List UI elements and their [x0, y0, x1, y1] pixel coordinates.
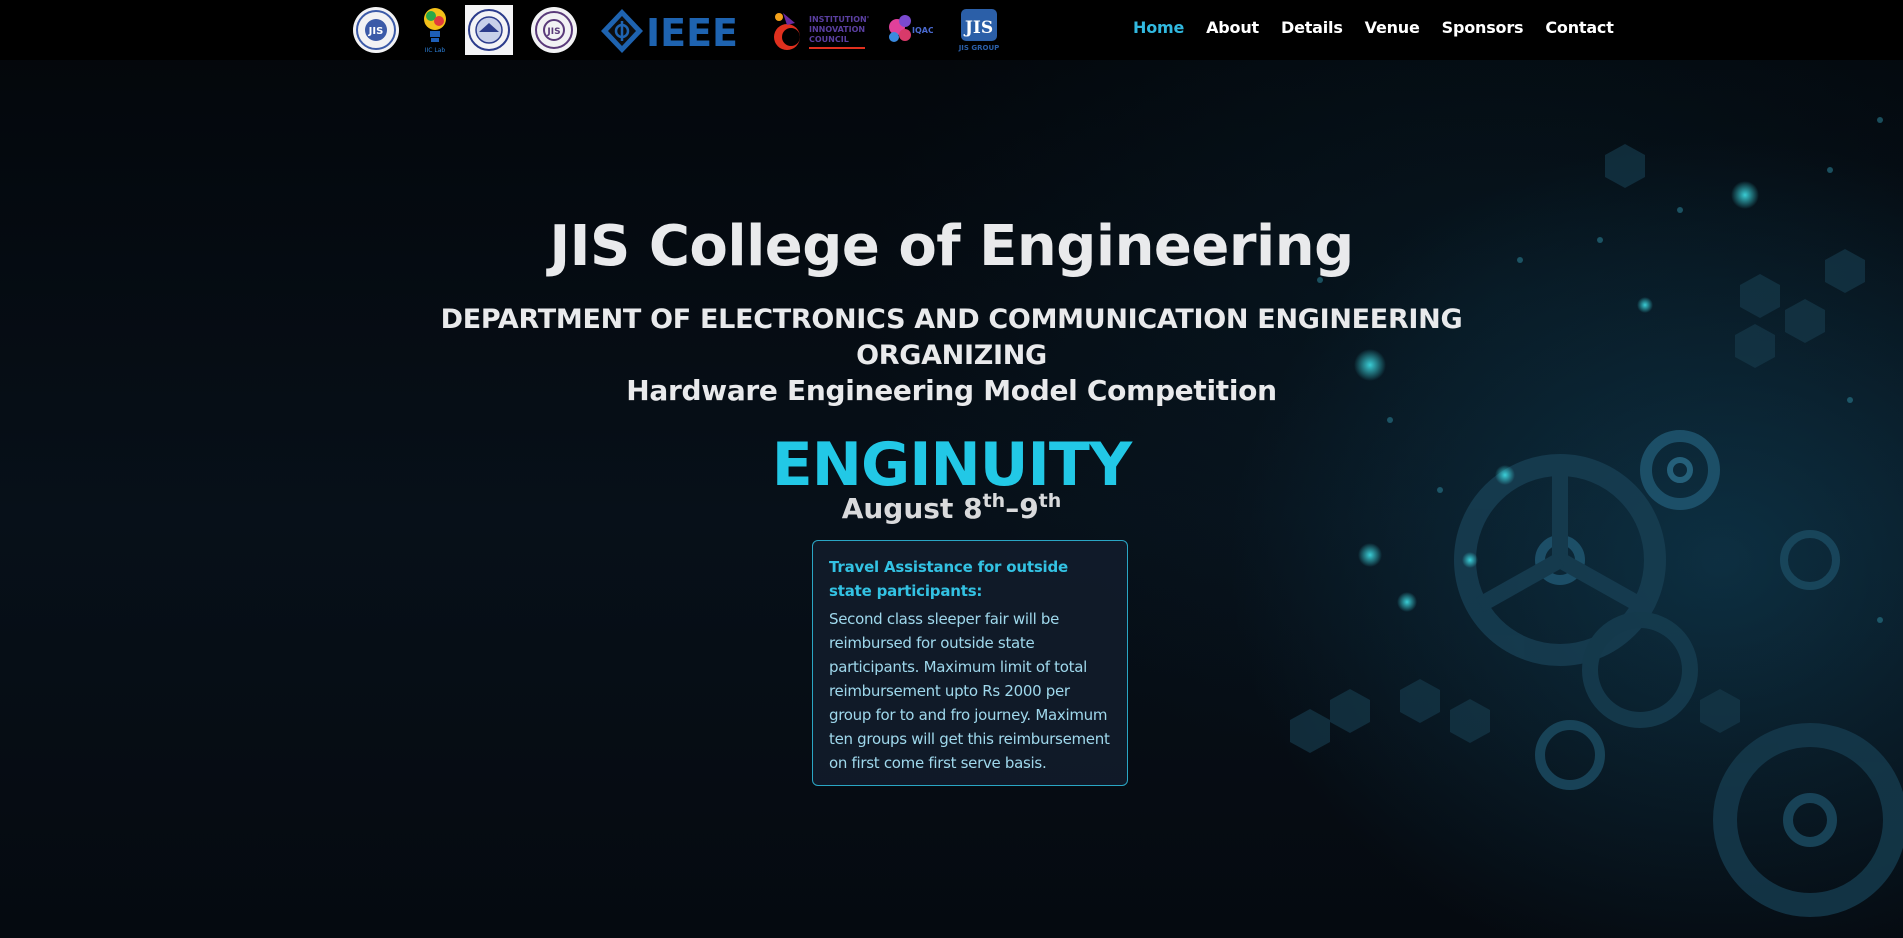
- jis-college-seal-icon[interactable]: JIS: [352, 6, 400, 54]
- jis-round-seal-icon[interactable]: JIS: [530, 6, 578, 54]
- date-separator: –9: [1005, 492, 1039, 525]
- department-heading: DEPARTMENT OF ELECTRONICS AND COMMUNICAT…: [0, 302, 1903, 374]
- iic-bulb-icon[interactable]: IIC Lab: [420, 5, 450, 55]
- nav-link-contact[interactable]: Contact: [1545, 18, 1614, 37]
- competition-title: Hardware Engineering Model Competition: [626, 374, 1277, 407]
- event-date: August 8th–9th: [0, 490, 1903, 525]
- iic-line-3: COUNCIL: [809, 35, 849, 44]
- svg-text:JIS: JIS: [546, 27, 560, 37]
- iic-line-2: INNOVATION: [809, 25, 865, 34]
- jis-group-logo-text: JIS: [963, 18, 993, 38]
- jis-group-logo-icon[interactable]: JIS JIS GROUP: [956, 7, 1002, 55]
- nav-link-sponsors[interactable]: Sponsors: [1442, 18, 1524, 37]
- main-nav: Home About Details Venue Sponsors Contac…: [1133, 18, 1636, 37]
- organizing-line: ORGANIZING: [856, 340, 1047, 371]
- travel-assistance-title: Travel Assistance for outside state part…: [829, 558, 1068, 600]
- jis-group-caption: JIS GROUP: [958, 44, 1000, 52]
- date-suffix-1: th: [982, 490, 1006, 512]
- date-prefix: August 8: [841, 492, 983, 525]
- college-title: JIS College of Engineering: [549, 214, 1354, 279]
- nav-link-about[interactable]: About: [1206, 18, 1259, 37]
- travel-assistance-card: Travel Assistance for outside state part…: [812, 540, 1128, 786]
- ieee-logo-icon[interactable]: IEEE: [600, 8, 750, 54]
- iic-bulb-caption: IIC Lab: [425, 47, 446, 54]
- department-line: DEPARTMENT OF ELECTRONICS AND COMMUNICAT…: [440, 304, 1463, 335]
- ieee-logo-text: IEEE: [646, 11, 738, 54]
- travel-assistance-body: Second class sleeper fair will be reimbu…: [829, 610, 1110, 772]
- nav-link-home[interactable]: Home: [1133, 18, 1184, 37]
- page: JIS IIC Lab JIS IEEE INSTITUTION'S INNOV…: [0, 0, 1903, 938]
- iic-line-1: INSTITUTION'S: [809, 15, 869, 24]
- svg-text:JIS: JIS: [368, 26, 384, 37]
- iqac-logo-text: IQAC: [912, 26, 933, 35]
- nav-link-venue[interactable]: Venue: [1365, 18, 1420, 37]
- institution-innovation-council-icon[interactable]: INSTITUTION'S INNOVATION COUNCIL: [773, 7, 869, 55]
- date-suffix-2: th: [1038, 490, 1062, 512]
- top-navbar: JIS IIC Lab JIS IEEE INSTITUTION'S INNOV…: [0, 0, 1903, 60]
- university-seal-icon[interactable]: [465, 5, 513, 55]
- iqac-logo-icon[interactable]: IQAC: [885, 11, 933, 51]
- nav-link-details[interactable]: Details: [1281, 18, 1343, 37]
